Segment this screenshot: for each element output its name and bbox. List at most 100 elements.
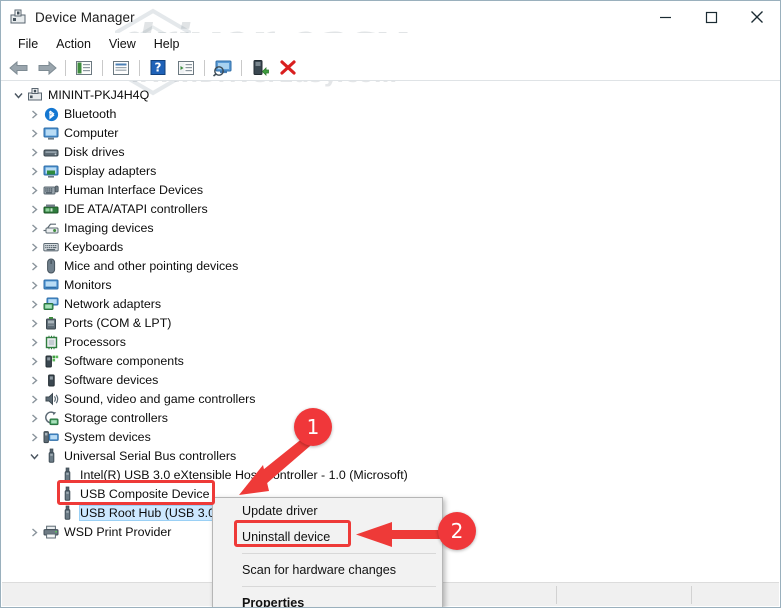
hid-icon: [42, 181, 60, 199]
scan-hardware-changes-icon[interactable]: [210, 57, 236, 79]
device-manager-window: Device Manager driver easy www.DriverEas…: [0, 0, 781, 608]
tree-item-label: WSD Print Provider: [64, 525, 172, 539]
chevron-right-icon[interactable]: [26, 333, 42, 351]
help-icon[interactable]: ?: [145, 57, 171, 79]
ide-controller-icon: [42, 200, 60, 218]
tree-item-system-devices[interactable]: System devices: [2, 428, 779, 446]
chevron-right-icon[interactable]: [26, 409, 42, 427]
tree-item-label: Display adapters: [64, 164, 157, 178]
usb-icon: [58, 504, 76, 522]
tree-item-label: Imaging devices: [64, 221, 154, 235]
tree-item-label: Computer: [64, 126, 119, 140]
mouse-icon: [42, 257, 60, 275]
tree-item-storage-controllers[interactable]: Storage controllers: [2, 409, 779, 427]
tree-item-label: Intel(R) USB 3.0 eXtensible Host Control…: [80, 468, 408, 482]
chevron-right-icon[interactable]: [26, 124, 42, 142]
tree-item-label: Keyboards: [64, 240, 124, 254]
chevron-right-icon[interactable]: [26, 162, 42, 180]
tree-item-label: Sound, video and game controllers: [64, 392, 256, 406]
chevron-right-icon[interactable]: [26, 143, 42, 161]
tree-item-intel-usb-host-controller[interactable]: Intel(R) USB 3.0 eXtensible Host Control…: [2, 466, 779, 484]
chevron-down-icon[interactable]: [10, 86, 26, 104]
context-menu-item-properties[interactable]: Properties: [213, 590, 442, 607]
tree-item-label: MININT-PKJ4H4Q: [48, 88, 150, 102]
chevron-right-icon[interactable]: [26, 295, 42, 313]
display-adapter-icon: [42, 162, 60, 180]
toolbar-separator: [65, 59, 66, 76]
context-menu-item-uninstall-device[interactable]: Uninstall device: [213, 524, 442, 550]
tree-item-imaging-devices[interactable]: Imaging devices: [2, 219, 779, 237]
add-legacy-hardware-icon[interactable]: [247, 57, 273, 79]
context-menu-item-scan-hardware-changes[interactable]: Scan for hardware changes: [213, 557, 442, 583]
tree-item-computer[interactable]: Computer: [2, 124, 779, 142]
status-divider: [691, 586, 692, 604]
tree-item-bluetooth[interactable]: Bluetooth: [2, 105, 779, 123]
network-adapter-icon: [42, 295, 60, 313]
show-hidden-devices-icon[interactable]: [71, 57, 97, 79]
annotation-badge-2: 2: [438, 512, 476, 550]
software-device-icon: [42, 371, 60, 389]
chevron-right-icon[interactable]: [26, 276, 42, 294]
chevron-right-icon[interactable]: [26, 257, 42, 275]
context-menu-separator: [242, 553, 436, 554]
tree-item-network-adapters[interactable]: Network adapters: [2, 295, 779, 313]
maximize-icon[interactable]: [688, 1, 734, 33]
chevron-right-icon[interactable]: [26, 371, 42, 389]
chevron-right-icon[interactable]: [26, 219, 42, 237]
chevron-right-icon[interactable]: [26, 200, 42, 218]
menu-help[interactable]: Help: [145, 35, 189, 53]
back-arrow-icon[interactable]: [6, 57, 32, 79]
tree-item-display-adapters[interactable]: Display adapters: [2, 162, 779, 180]
context-menu-item-update-driver[interactable]: Update driver: [213, 498, 442, 524]
tree-item-monitors[interactable]: Monitors: [2, 276, 779, 294]
chevron-right-icon[interactable]: [26, 181, 42, 199]
tree-item-label: Processors: [64, 335, 126, 349]
menu-file[interactable]: File: [9, 35, 47, 53]
chevron-right-icon[interactable]: [26, 238, 42, 256]
device-manager-icon: [9, 8, 27, 26]
computer-root-icon: [26, 86, 44, 104]
tree-item-root[interactable]: MININT-PKJ4H4Q: [2, 86, 779, 104]
toolbar-separator: [102, 59, 103, 76]
tree-item-mice[interactable]: Mice and other pointing devices: [2, 257, 779, 275]
tree-item-label: Monitors: [64, 278, 112, 292]
tree-item-disk-drives[interactable]: Disk drives: [2, 143, 779, 161]
chevron-right-icon[interactable]: [26, 352, 42, 370]
sound-controller-icon: [42, 390, 60, 408]
imaging-device-icon: [42, 219, 60, 237]
minimize-icon[interactable]: [642, 1, 688, 33]
tree-item-software-components[interactable]: Software components: [2, 352, 779, 370]
tree-item-label: System devices: [64, 430, 151, 444]
chevron-down-icon[interactable]: [26, 447, 42, 465]
chevron-right-icon[interactable]: [26, 314, 42, 332]
tree-item-ide-controllers[interactable]: IDE ATA/ATAPI controllers: [2, 200, 779, 218]
tree-item-label: Mice and other pointing devices: [64, 259, 239, 273]
tree-item-label: Software devices: [64, 373, 159, 387]
chevron-right-icon[interactable]: [26, 105, 42, 123]
tree-item-ports[interactable]: Ports (COM & LPT): [2, 314, 779, 332]
tree-item-human-interface-devices[interactable]: Human Interface Devices: [2, 181, 779, 199]
tree-item-sound-controllers[interactable]: Sound, video and game controllers: [2, 390, 779, 408]
tree-item-label: IDE ATA/ATAPI controllers: [64, 202, 208, 216]
chevron-right-icon[interactable]: [26, 523, 42, 541]
computer-icon: [42, 124, 60, 142]
status-divider: [556, 586, 557, 604]
chevron-right-icon[interactable]: [26, 428, 42, 446]
properties-icon[interactable]: [108, 57, 134, 79]
tree-item-usb-controllers[interactable]: Universal Serial Bus controllers: [2, 447, 779, 465]
tree-item-software-devices[interactable]: Software devices: [2, 371, 779, 389]
chevron-right-icon[interactable]: [26, 390, 42, 408]
update-driver-icon[interactable]: [173, 57, 199, 79]
menu-bar: File Action View Help: [1, 33, 780, 55]
tree-item-processors[interactable]: Processors: [2, 333, 779, 351]
menu-action[interactable]: Action: [47, 35, 100, 53]
tree-item-label: Storage controllers: [64, 411, 168, 425]
close-icon[interactable]: [734, 1, 780, 33]
uninstall-device-icon[interactable]: [275, 57, 301, 79]
tree-item-keyboards[interactable]: Keyboards: [2, 238, 779, 256]
menu-view[interactable]: View: [100, 35, 145, 53]
tree-item-label: Software components: [64, 354, 184, 368]
usb-icon: [58, 466, 76, 484]
forward-arrow-icon[interactable]: [34, 57, 60, 79]
context-menu[interactable]: Update driver Uninstall device Scan for …: [212, 497, 443, 607]
